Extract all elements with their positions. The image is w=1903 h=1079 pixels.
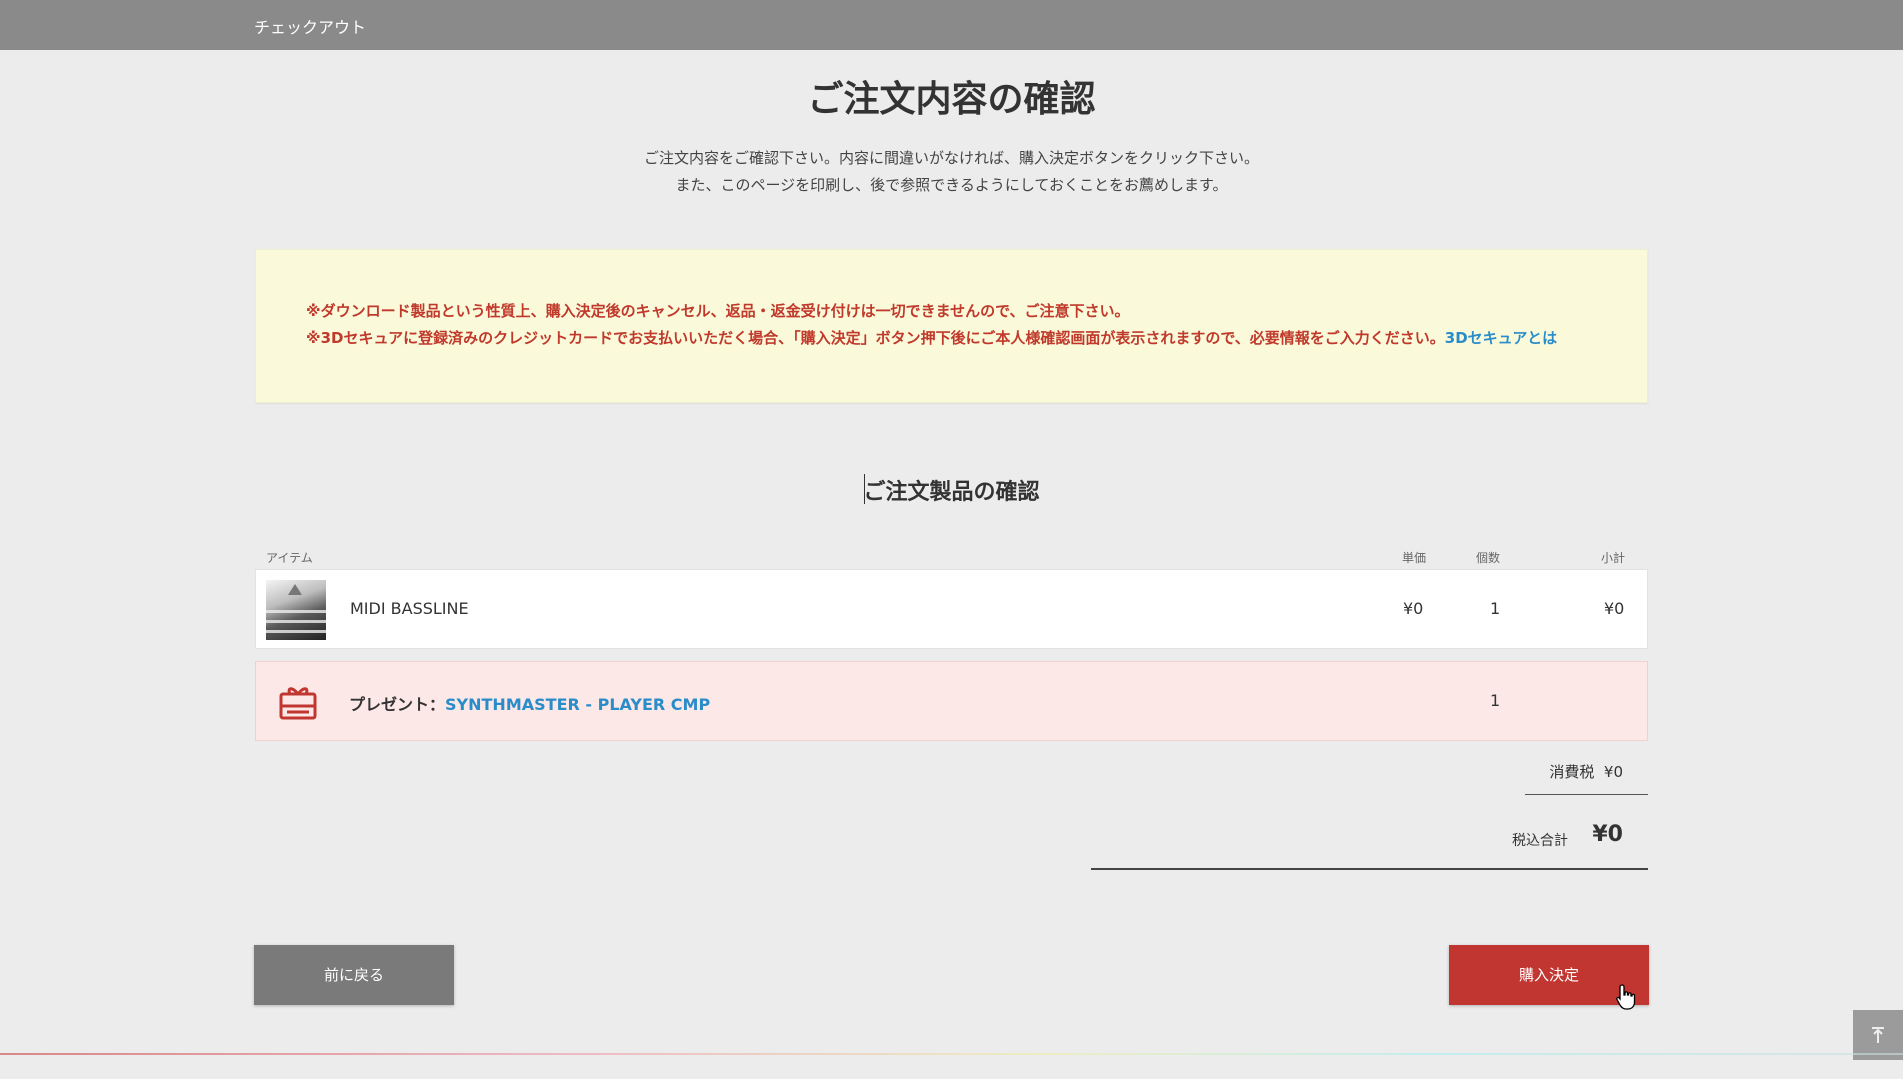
product-quantity: 1 (1490, 599, 1501, 618)
column-header-unit-price: 単価 (1402, 551, 1427, 565)
column-header-item: アイテム (266, 551, 313, 565)
tax-label-text: 消費税 (1549, 763, 1595, 781)
back-button[interactable]: 前に戻る (254, 945, 454, 1005)
notice-3d-secure: ※3Dセキュアに登録済みのクレジットカードでお支払いいただく場合、「購入決定」ボ… (306, 327, 1557, 348)
gift-prefix: プレゼント： (349, 695, 446, 714)
gift-icon (279, 687, 317, 720)
tax-value: ¥0 (1603, 763, 1623, 781)
intro-text: ご注文内容をご確認下さい。内容に間違いがなければ、購入決定ボタンをクリック下さい… (0, 145, 1903, 199)
table-row: MIDI BASSLINE ¥0 1 ¥0 (255, 569, 1648, 649)
notice-3d-secure-text: ※3Dセキュアに登録済みのクレジットカードでお支払いいただく場合、「購入決定」ボ… (306, 329, 1445, 347)
intro-line-2: また、このページを印刷し、後で参照できるようにしておくことをお薦めします。 (675, 176, 1228, 194)
gift-row: プレゼント：SYNTHMASTER - PLAYER CMP 1 (255, 661, 1648, 741)
intro-line-1: ご注文内容をご確認下さい。内容に間違いがなければ、購入決定ボタンをクリック下さい… (643, 149, 1259, 167)
total-label: 税込合計 (1512, 833, 1568, 849)
gift-quantity: 1 (1490, 691, 1501, 710)
gift-product-link[interactable]: SYNTHMASTER - PLAYER CMP (445, 695, 710, 714)
gift-label: プレゼント：SYNTHMASTER - PLAYER CMP (349, 691, 710, 715)
hand-cursor-icon (1616, 984, 1636, 1010)
text-caret (864, 474, 865, 504)
product-name: MIDI BASSLINE (350, 599, 469, 618)
total-row: 税込合計 ¥0 (1091, 818, 1648, 870)
header-bar: チェックアウト (0, 0, 1903, 50)
column-header-quantity: 個数 (1476, 551, 1501, 565)
footer-divider (0, 1053, 1903, 1055)
notice-box: ※ダウンロード製品という性質上、購入決定後のキャンセル、返品・返金受け付けは一切… (255, 249, 1648, 403)
notice-cancel-policy: ※ダウンロード製品という性質上、購入決定後のキャンセル、返品・返金受け付けは一切… (306, 302, 1130, 320)
3d-secure-link[interactable]: 3Dセキュアとは (1445, 329, 1557, 347)
total-value: ¥0 (1592, 822, 1623, 847)
order-section-title: ご注文製品の確認 (863, 480, 1040, 505)
tax-label: 消費税 ¥0 (1549, 761, 1623, 782)
product-subtotal: ¥0 (1604, 599, 1625, 618)
product-thumbnail (266, 580, 326, 640)
column-header-subtotal: 小計 (1601, 551, 1626, 565)
product-unit-price: ¥0 (1403, 599, 1424, 618)
page-title: ご注文内容の確認 (807, 79, 1096, 120)
header-title: チェックアウト (254, 18, 367, 37)
tax-row: 消費税 ¥0 (1525, 758, 1648, 795)
